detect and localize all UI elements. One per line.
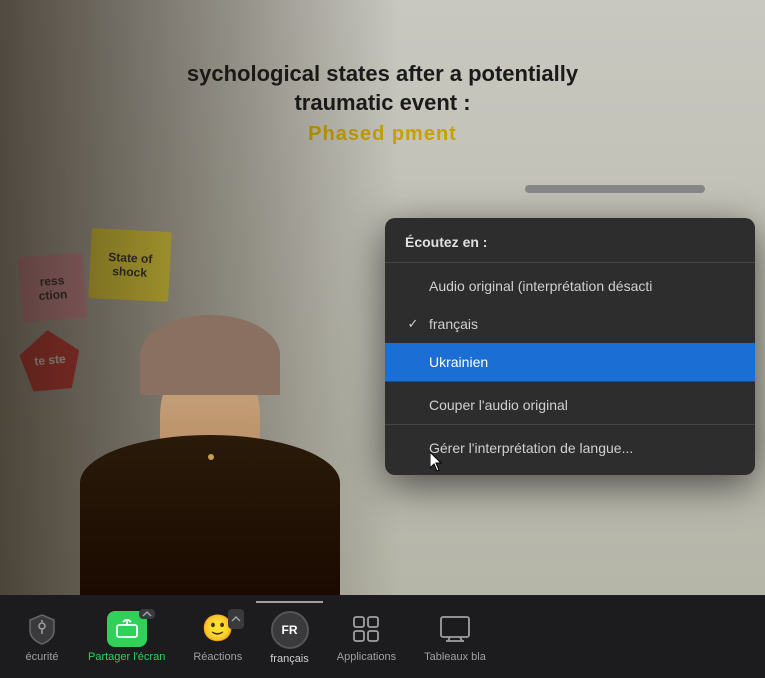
bottom-toolbar: écurité Partager l'écran 🙂 bbox=[0, 595, 765, 678]
presenter-area bbox=[0, 175, 420, 595]
dropdown-item-ukrainien[interactable]: Ukrainien bbox=[385, 343, 755, 381]
necklace bbox=[208, 454, 214, 460]
apps-icon bbox=[348, 611, 384, 647]
toolbar-item-francais[interactable]: FR français bbox=[256, 601, 323, 673]
language-dropdown: Écoutez en : Audio original (interprétat… bbox=[385, 218, 755, 475]
partager-icon-group bbox=[107, 611, 147, 647]
slide-progress-bar bbox=[525, 185, 705, 193]
dropdown-header: Écoutez en : bbox=[385, 234, 755, 262]
hair bbox=[140, 315, 280, 395]
partager-label: Partager l'écran bbox=[88, 651, 165, 663]
toolbar-item-securite[interactable]: écurité bbox=[10, 603, 74, 671]
toolbar-item-partager[interactable]: Partager l'écran bbox=[74, 603, 179, 671]
securite-label: écurité bbox=[25, 651, 58, 663]
reactions-label: Réactions bbox=[193, 651, 242, 663]
dropdown-item-ukrainien-label: Ukrainien bbox=[429, 354, 488, 370]
dropdown-item-gerer-label: Gérer l'interprétation de langue... bbox=[429, 440, 633, 456]
securite-icon bbox=[26, 611, 58, 647]
dropdown-divider-top bbox=[385, 262, 755, 263]
chevron-up-badge bbox=[139, 609, 155, 619]
applications-label: Applications bbox=[337, 651, 396, 663]
toolbar-item-reactions[interactable]: 🙂 Réactions bbox=[179, 603, 256, 671]
toolbar-item-tableaux[interactable]: Tableaux bla bbox=[410, 603, 500, 671]
dropdown-item-original[interactable]: Audio original (interprétation désacti bbox=[385, 267, 755, 305]
dropdown-item-francais-label: français bbox=[429, 316, 478, 332]
tableaux-icon bbox=[437, 611, 473, 647]
dropdown-item-original-label: Audio original (interprétation désacti bbox=[429, 278, 652, 294]
dropdown-item-couper-label: Couper l'audio original bbox=[429, 397, 568, 413]
dropdown-divider-bottom bbox=[385, 424, 755, 425]
dropdown-item-gerer[interactable]: Gérer l'interprétation de langue... bbox=[385, 429, 755, 467]
tableaux-label: Tableaux bla bbox=[424, 651, 486, 663]
dropdown-divider-mid bbox=[385, 381, 755, 382]
reactions-icon-group: 🙂 bbox=[200, 611, 236, 647]
reactions-chevron bbox=[228, 609, 244, 629]
francais-label: français bbox=[270, 653, 309, 665]
dropdown-item-couper[interactable]: Couper l'audio original bbox=[385, 386, 755, 424]
dropdown-item-francais[interactable]: ✓ français bbox=[385, 305, 755, 343]
check-icon: ✓ bbox=[405, 316, 421, 332]
fr-circle-icon: FR bbox=[271, 611, 309, 649]
toolbar-item-applications[interactable]: Applications bbox=[323, 603, 410, 671]
